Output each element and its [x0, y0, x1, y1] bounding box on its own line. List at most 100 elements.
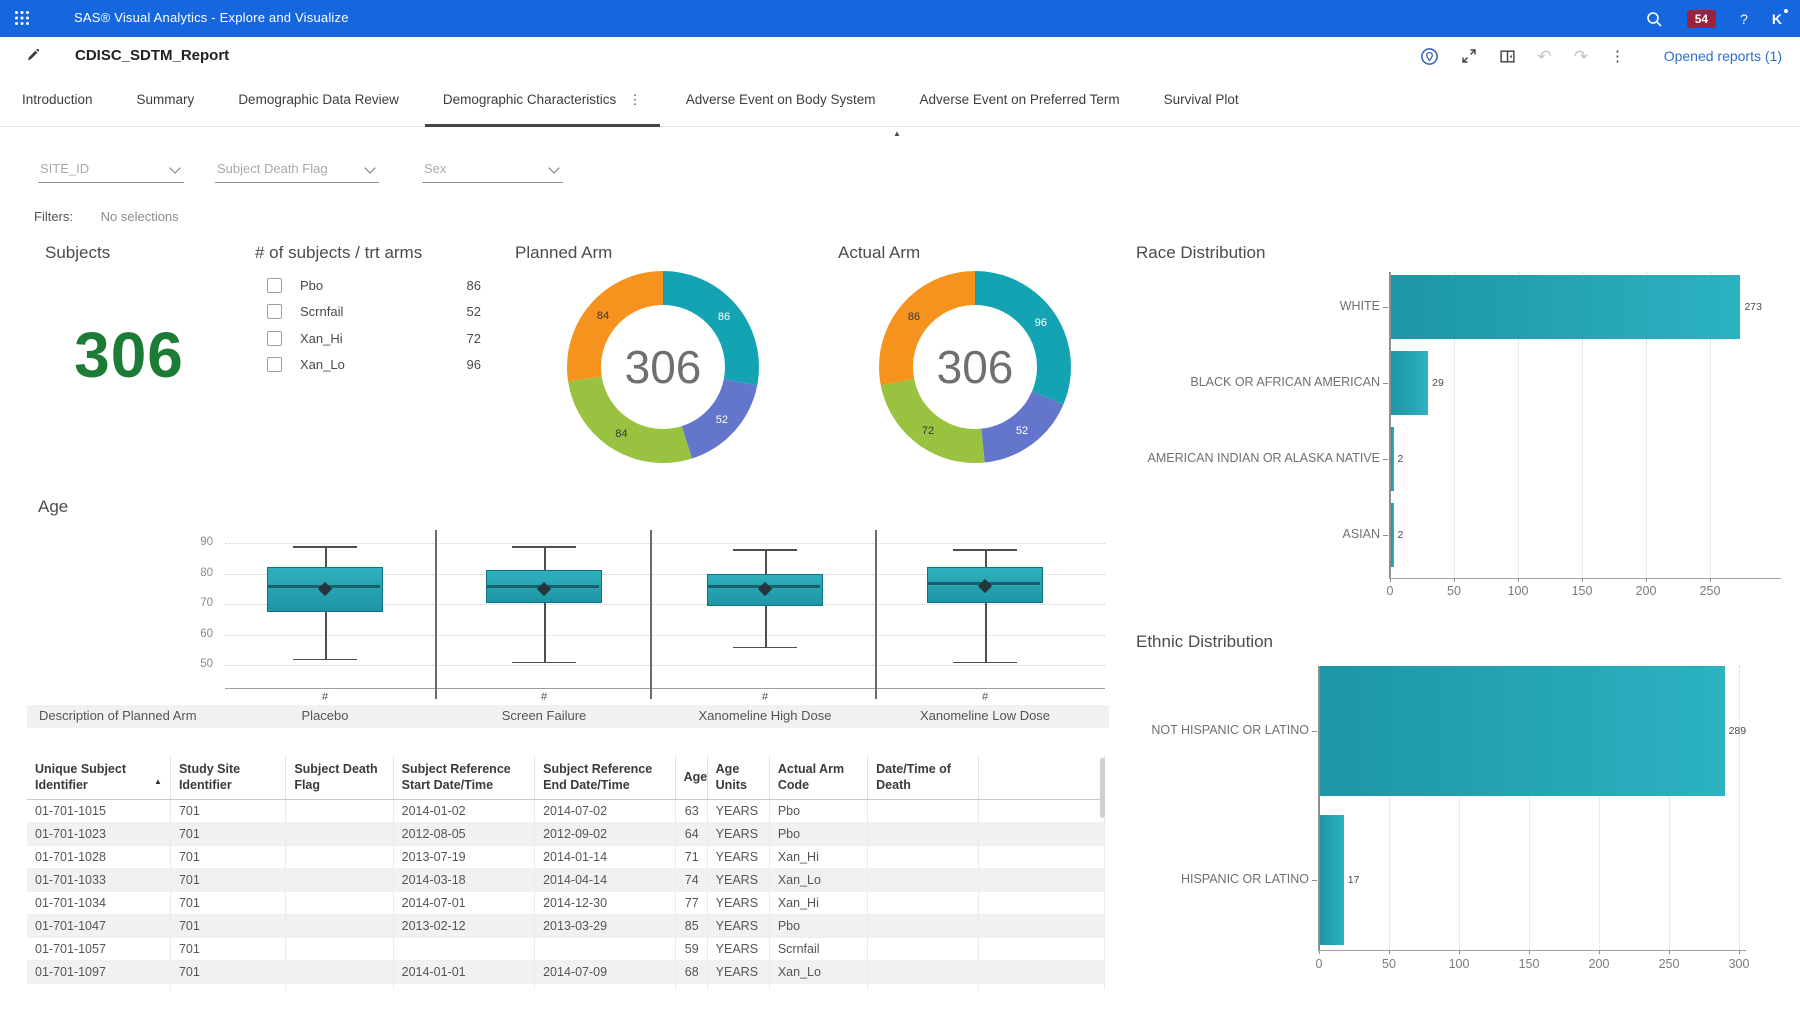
cell: [868, 846, 978, 869]
prompt-subject-death-flag[interactable]: Subject Death Flag: [215, 157, 379, 183]
report-tab-bar: Introduction SummaryDemographic Data Revi…: [0, 75, 1800, 127]
trt-arm-count: 86: [467, 278, 481, 293]
tab-label: Introduction: [22, 92, 93, 107]
tab-summary[interactable]: Summary: [115, 75, 217, 126]
cell: 2012-09-07: [393, 984, 534, 991]
cell: 2014-07-02: [535, 800, 675, 823]
checkbox[interactable]: [267, 304, 282, 319]
cell: 01-701-1057: [27, 938, 170, 961]
cell: 01-701-1047: [27, 915, 170, 938]
table-row[interactable]: 01-701-10977012014-01-012014-07-0968YEAR…: [27, 961, 1105, 984]
cell: 71: [675, 846, 707, 869]
table-row[interactable]: 01-701-10287012013-07-192014-01-1471YEAR…: [27, 846, 1105, 869]
cell: YEARS: [707, 869, 769, 892]
bar-hispanic-or-latino[interactable]: [1320, 815, 1344, 945]
cell: [286, 984, 393, 991]
category-label: ASIAN: [1120, 527, 1380, 541]
cell: 01-701-1111: [27, 984, 170, 991]
data-pane-icon[interactable]: [1499, 48, 1516, 65]
cell: [286, 892, 393, 915]
subjects-table: Unique Subject Identifier▲Study Site Ide…: [27, 756, 1109, 990]
bar-not-hispanic-or-latino[interactable]: [1320, 666, 1725, 796]
column-header-age-units[interactable]: Age Units: [707, 756, 769, 800]
cell: Pbo: [769, 823, 867, 846]
whisker-cap-low: [953, 662, 1017, 664]
column-header-actual-arm-code[interactable]: Actual Arm Code: [769, 756, 867, 800]
location-pin-icon[interactable]: [1420, 47, 1439, 66]
column-header-subject-death-flag[interactable]: Subject Death Flag: [286, 756, 393, 800]
cell-filler: [978, 961, 1105, 984]
column-header-subject-reference-end-date-time[interactable]: Subject Reference End Date/Time: [535, 756, 675, 800]
bar-american-indian-or-alaska-native[interactable]: [1391, 427, 1394, 491]
column-header-unique-subject-identifier[interactable]: Unique Subject Identifier▲: [27, 756, 170, 800]
search-icon[interactable]: [1645, 10, 1663, 28]
x-tick-label: 250: [1659, 957, 1680, 971]
cell: 2014-03-18: [393, 869, 534, 892]
checkbox[interactable]: [267, 331, 282, 346]
tab-adverse-event-on-preferred-term[interactable]: Adverse Event on Preferred Term: [898, 75, 1142, 126]
category-tick: [1383, 307, 1388, 308]
maximize-icon[interactable]: [1461, 48, 1477, 64]
cell: 701: [170, 823, 285, 846]
table-scrollbar-thumb[interactable]: [1100, 758, 1105, 818]
waffle-menu-icon[interactable]: [14, 10, 30, 26]
edit-pencil-icon[interactable]: [25, 47, 41, 63]
tab-survival-plot[interactable]: Survival Plot: [1142, 75, 1261, 126]
x-tick-label: 50: [1382, 957, 1396, 971]
user-avatar[interactable]: K: [1772, 11, 1782, 27]
table-row[interactable]: 01-701-11117012012-09-072012-09-1784YEAR…: [27, 984, 1105, 991]
more-options-icon[interactable]: ⋮: [1610, 47, 1625, 65]
whisker-cap-high: [293, 546, 357, 548]
filters-value: No selections: [101, 209, 179, 224]
cell: [286, 800, 393, 823]
chevron-down-icon: [364, 162, 375, 173]
column-header-study-site-identifier[interactable]: Study Site Identifier: [170, 756, 285, 800]
column-header-subject-reference-start-date-time[interactable]: Subject Reference Start Date/Time: [393, 756, 534, 800]
cell: YEARS: [707, 938, 769, 961]
trt-arm-row-xan-lo: Xan_Lo96: [267, 352, 481, 379]
table-row[interactable]: 01-701-10337012014-03-182014-04-1474YEAR…: [27, 869, 1105, 892]
bar-black-or-african-american[interactable]: [1391, 351, 1428, 415]
cell: 701: [170, 846, 285, 869]
table-row[interactable]: 01-701-10347012014-07-012014-12-3077YEAR…: [27, 892, 1105, 915]
bar-asian[interactable]: [1391, 503, 1394, 567]
redo-icon[interactable]: ↷: [1574, 48, 1588, 65]
column-header-age[interactable]: Age: [675, 756, 707, 800]
tab-adverse-event-on-body-system[interactable]: Adverse Event on Body System: [664, 75, 898, 126]
point-axis-label: #: [982, 691, 988, 703]
gridline: [225, 543, 1105, 544]
prompt-collapse-caret[interactable]: ▲: [893, 129, 901, 138]
bar-value-label: 2: [1398, 453, 1404, 465]
column-header-label: Subject Reference End Date/Time: [543, 762, 652, 792]
table-row[interactable]: 01-701-105770159YEARSScrnfail: [27, 938, 1105, 961]
undo-icon[interactable]: ↶: [1538, 48, 1552, 65]
tab-label: Adverse Event on Preferred Term: [920, 92, 1120, 107]
cell: Pbo: [769, 915, 867, 938]
tab-introduction[interactable]: Introduction: [0, 75, 115, 126]
tab-demographic-characteristics[interactable]: Demographic Characteristics⋮: [421, 75, 664, 126]
table-row[interactable]: 01-701-10157012014-01-022014-07-0263YEAR…: [27, 800, 1105, 823]
cell: [286, 846, 393, 869]
category-tick: [1383, 383, 1388, 384]
category-label-placebo: Placebo: [302, 708, 349, 723]
table-row[interactable]: 01-701-10237012012-08-052012-09-0264YEAR…: [27, 823, 1105, 846]
table-row[interactable]: 01-701-10477012013-02-122013-03-2985YEAR…: [27, 915, 1105, 938]
column-header-date-time-of-death[interactable]: Date/Time of Death: [868, 756, 978, 800]
bar-white[interactable]: [1391, 275, 1740, 339]
cell: 2013-03-29: [535, 915, 675, 938]
alerts-badge[interactable]: 54: [1687, 10, 1716, 28]
help-icon[interactable]: ?: [1740, 11, 1748, 27]
prompt-sex[interactable]: Sex: [422, 157, 563, 183]
x-tick-label: 0: [1387, 584, 1394, 598]
opened-reports-link[interactable]: Opened reports (1): [1664, 48, 1782, 64]
cell: Xan_Hi: [769, 846, 867, 869]
cell: 68: [675, 961, 707, 984]
tab-menu-icon[interactable]: ⋮: [628, 92, 642, 107]
cell: [393, 938, 534, 961]
checkbox[interactable]: [267, 357, 282, 372]
report-title: CDISC_SDTM_Report: [75, 47, 229, 64]
checkbox[interactable]: [267, 278, 282, 293]
prompt-site-id[interactable]: SITE_ID: [38, 157, 184, 183]
cell-filler: [978, 846, 1105, 869]
tab-demographic-data-review[interactable]: Demographic Data Review: [216, 75, 421, 126]
